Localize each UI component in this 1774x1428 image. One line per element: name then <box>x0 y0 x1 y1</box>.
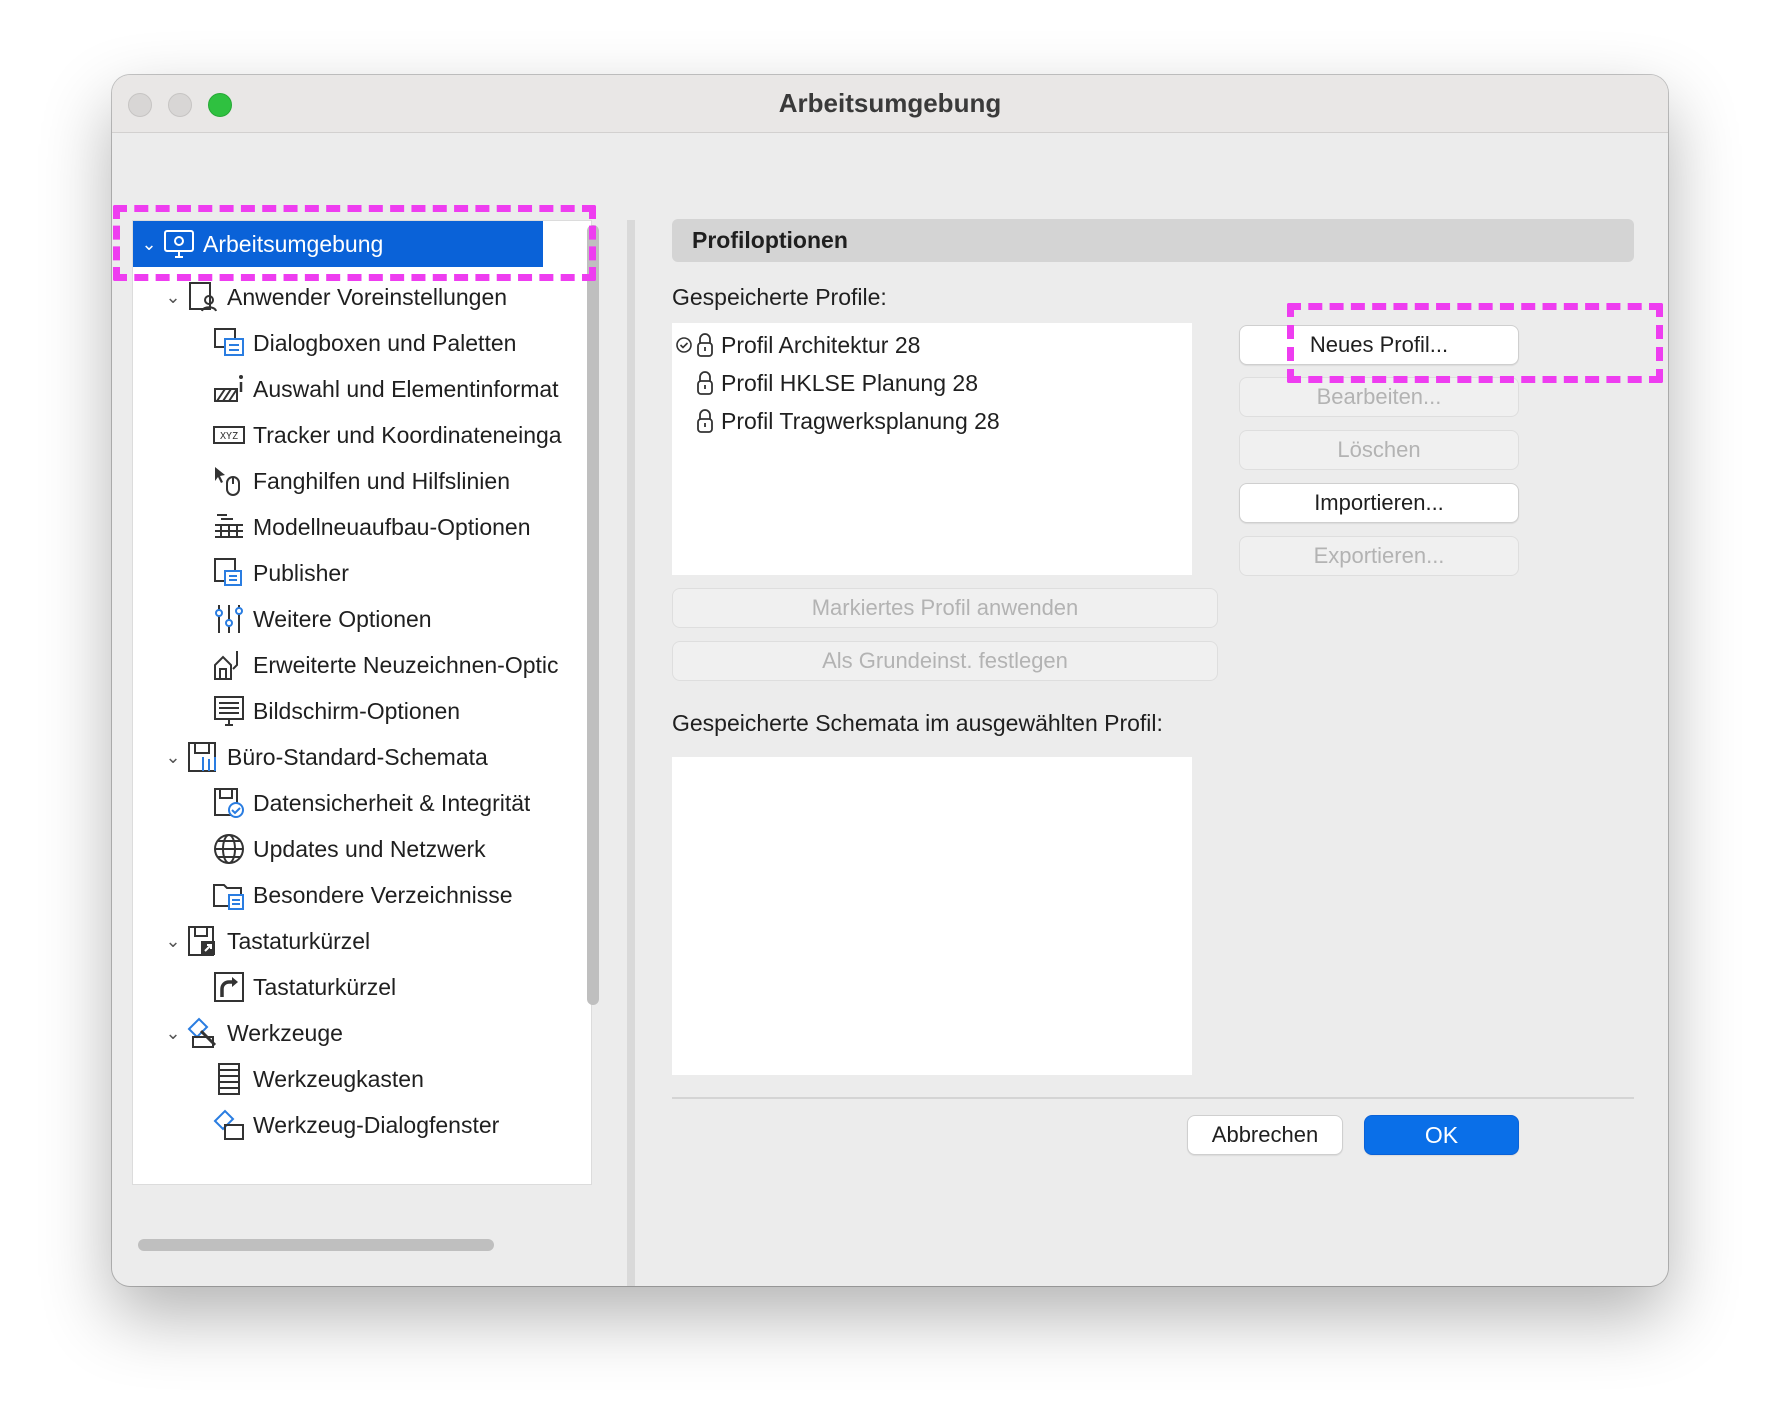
tree-item[interactable]: Werkzeug-Dialogfenster <box>133 1099 585 1151</box>
shortcut-arrow-icon <box>214 972 244 1002</box>
ok-button[interactable]: OK <box>1364 1115 1519 1155</box>
delete-profile-button[interactable]: Löschen <box>1239 430 1519 470</box>
saved-profiles-list[interactable]: Profil Architektur 28 Profil HKLSE Planun… <box>672 323 1218 575</box>
tree-item-label: Weitere Optionen <box>253 605 432 632</box>
settings-tree: ⌄ Arbeitsumgebung ⌄ Anwender Voreinstellung… <box>132 220 592 1185</box>
tree-item-label: Tracker und Koordinateneinga <box>253 421 562 448</box>
profile-name: Profil HKLSE Planung 28 <box>721 369 978 396</box>
tree-item[interactable]: Besondere Verzeichnisse <box>133 869 585 921</box>
tree-item-label: Erweiterte Neuzeichnen-Optic <box>253 651 559 678</box>
tree-item-label: Tastaturkürzel <box>253 973 397 1000</box>
check-circle-icon <box>676 337 692 353</box>
lock-icon <box>697 409 713 433</box>
tree-item[interactable]: ⌄ Werkzeuge <box>133 1007 585 1059</box>
tree-item[interactable]: Tastaturkürzel <box>133 961 585 1013</box>
tree-item-label: Fanghilfen und Hilfslinien <box>253 467 510 494</box>
annotation-highlight-new-profile <box>1287 303 1663 383</box>
section-header-label: Profiloptionen <box>692 227 848 253</box>
tree-item[interactable]: Publisher <box>133 547 585 599</box>
set-default-button[interactable]: Als Grundeinst. festlegen <box>672 641 1218 681</box>
publisher-icon <box>214 558 242 586</box>
tree-item-label: Updates und Netzwerk <box>253 835 486 862</box>
import-profile-button[interactable]: Importieren... <box>1239 483 1519 523</box>
annotation-highlight-tree-root <box>113 205 596 281</box>
export-profile-button[interactable]: Exportieren... <box>1239 536 1519 576</box>
tree-item-label: Tastaturkürzel <box>227 927 371 954</box>
chevron-down-icon[interactable]: ⌄ <box>161 931 185 952</box>
sliders-icon <box>215 605 243 633</box>
profile-list-item[interactable]: Profil Tragwerksplanung 28 <box>672 401 1000 441</box>
tree-vertical-scrollbar[interactable] <box>587 225 599 1005</box>
section-header-profile-options: Profiloptionen <box>672 219 1634 262</box>
saved-schemes-label: Gespeicherte Schemata im ausgewählten Pr… <box>672 710 1163 736</box>
saved-schemes-list[interactable] <box>672 757 1218 1075</box>
tree-item-label: Publisher <box>253 559 349 586</box>
profile-name: Profil Architektur 28 <box>721 331 921 358</box>
tree-item[interactable]: Bildschirm-Optionen <box>133 685 585 737</box>
profile-list-item[interactable]: Profil Architektur 28 <box>672 325 920 365</box>
lock-icon <box>697 333 713 357</box>
saved-profiles-label: Gespeicherte Profile: <box>672 284 887 310</box>
profile-name: Profil Tragwerksplanung 28 <box>721 407 1000 434</box>
shortcuts-icon <box>188 926 215 956</box>
apply-profile-button[interactable]: Markiertes Profil anwenden <box>672 588 1218 628</box>
xyz-tracker-icon: XYZ <box>213 426 245 444</box>
tree-item-label: Werkzeug-Dialogfenster <box>253 1111 500 1138</box>
tree-item-label: Bildschirm-Optionen <box>253 697 461 724</box>
globe-icon <box>214 834 244 864</box>
snap-guides-icon <box>215 467 240 496</box>
edit-profile-button[interactable]: Bearbeiten... <box>1239 377 1519 417</box>
screen-options-icon <box>214 696 244 726</box>
tree-item[interactable]: ⌄ Tastaturkürzel <box>133 915 585 967</box>
chevron-down-icon[interactable]: ⌄ <box>161 287 185 308</box>
tree-item[interactable]: Fanghilfen und Hilfslinien <box>133 455 585 507</box>
tree-item[interactable]: Modellneuaufbau-Optionen <box>133 501 585 553</box>
pane-splitter[interactable] <box>627 220 635 1286</box>
tree-item-label: Werkzeuge <box>227 1019 343 1046</box>
tree-item[interactable]: Auswahl und Elementinformat <box>133 363 585 415</box>
tree-item[interactable]: Weitere Optionen <box>133 593 585 645</box>
tree-item[interactable]: ⌄ Büro-Standard-Schemata <box>133 731 585 783</box>
lock-icon <box>697 371 713 395</box>
chevron-down-icon[interactable]: ⌄ <box>161 747 185 768</box>
rebuild-icon <box>215 514 243 538</box>
tree-item-label: Besondere Verzeichnisse <box>253 881 513 908</box>
selection-info-icon <box>214 375 243 402</box>
footer-divider <box>672 1097 1634 1099</box>
title-bar: Arbeitsumgebung <box>112 75 1668 133</box>
cancel-button[interactable]: Abbrechen <box>1187 1115 1343 1155</box>
tree-item-label: Büro-Standard-Schemata <box>227 743 488 770</box>
tree-item[interactable]: Dialogboxen und Paletten <box>133 317 585 369</box>
tree-item[interactable]: XYZ Tracker und Koordinateneinga <box>133 409 585 461</box>
tool-dialog-icon <box>213 1109 244 1140</box>
tree-horizontal-scrollbar[interactable] <box>138 1239 494 1251</box>
tree-item-label: Dialogboxen und Paletten <box>253 329 517 356</box>
chevron-down-icon[interactable]: ⌄ <box>161 1023 185 1044</box>
tree-item-label: Modellneuaufbau-Optionen <box>253 513 531 540</box>
svg-text:XYZ: XYZ <box>220 431 238 442</box>
dialog-palettes-icon <box>214 328 244 356</box>
company-standards-icon <box>188 742 216 772</box>
tree-item-label: Auswahl und Elementinformat <box>253 375 559 402</box>
folder-icon <box>213 884 244 910</box>
tree-item-label: Datensicherheit & Integrität <box>253 789 531 816</box>
tree-item[interactable]: Updates und Netzwerk <box>133 823 585 875</box>
tree-item-label: Werkzeugkasten <box>253 1065 424 1092</box>
redraw-icon <box>214 651 238 680</box>
profile-list-item[interactable]: Profil HKLSE Planung 28 <box>672 363 978 403</box>
user-settings-icon <box>189 282 217 312</box>
tree-item-label: Anwender Voreinstellungen <box>227 283 508 310</box>
tree-item[interactable]: Werkzeugkasten <box>133 1053 585 1105</box>
tree-item[interactable]: Erweiterte Neuzeichnen-Optic <box>133 639 585 691</box>
tree-item[interactable]: Datensicherheit & Integrität <box>133 777 585 829</box>
tools-icon <box>187 1017 217 1048</box>
data-safety-icon <box>214 788 244 818</box>
toolbox-icon <box>218 1063 240 1095</box>
window-title: Arbeitsumgebung <box>778 88 1002 118</box>
